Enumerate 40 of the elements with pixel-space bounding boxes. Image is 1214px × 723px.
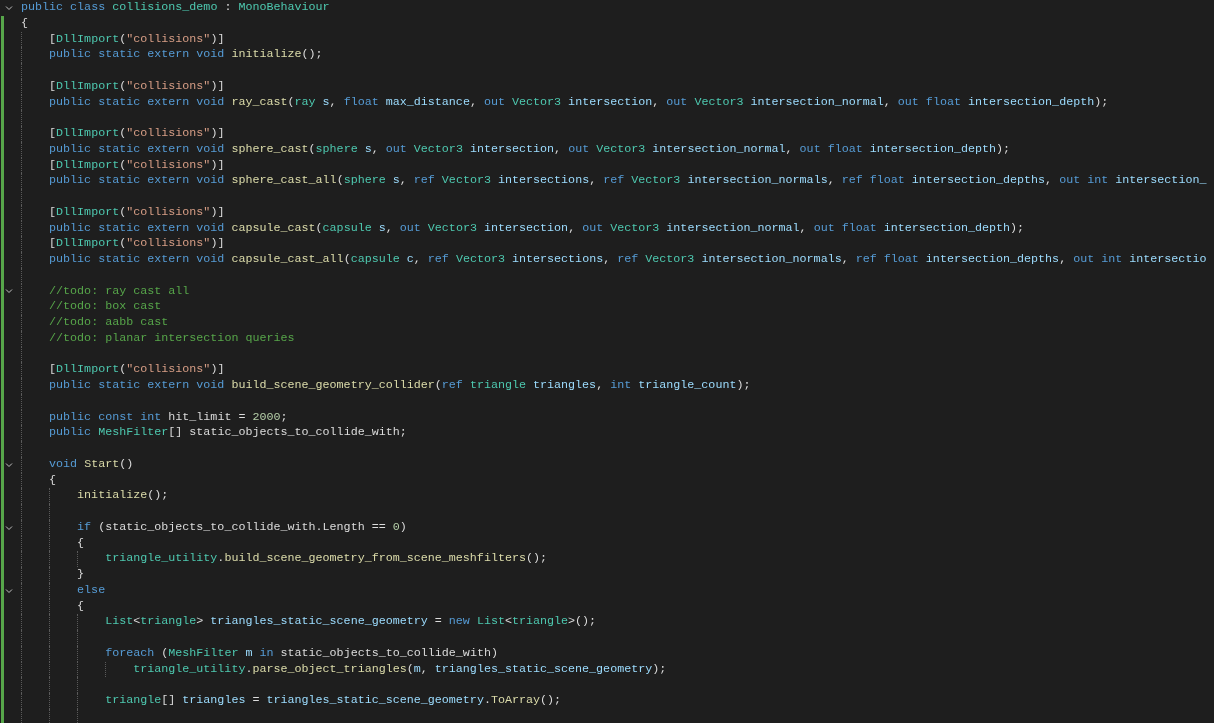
code-line: public static extern void build_scene_geometry_collider(ref triangle triangles, int triangle_count); [49,378,751,394]
code-line: else [77,582,106,599]
code-line: triangle_utility.parse_object_triangles(m, triangles_static_scene_geometry); [133,661,667,678]
fold-chevron-icon[interactable] [5,523,13,532]
code-line: [DllImport("collisions")] [49,126,225,142]
fold-chevron-icon[interactable] [5,3,13,12]
code-line: triangle[] triangles = triangles_static_scene_geometry.ToArray(); [105,693,562,709]
code-line: foreach (MeshFilter m in static_objects_to_collide_with) [105,645,498,662]
code-line: //todo: ray cast all [49,283,190,300]
code-line: { [21,15,28,32]
code-line: public static extern void capsule_cast(capsule s, out Vector3 intersection, out Vector3 intersection_normal, out float intersection_depth); [49,220,1025,237]
code-line: [DllImport("collisions")] [49,78,225,95]
code-line: initialize(); [77,488,169,504]
code-line: { [49,472,57,489]
code-line: //todo: planar intersection queries [49,330,295,347]
fold-chevron-icon[interactable] [5,460,13,469]
code-line: [DllImport("collisions")] [49,362,225,378]
code-line: public const int hit_limit = 2000; [49,409,288,426]
code-line: public MeshFilter[] static_objects_to_collide_with; [49,425,407,441]
code-line: triangle_utility.build_scene_geometry_from_scene_meshfilters(); [105,551,547,567]
code-line: [DllImport("collisions")] [49,157,225,174]
code-line: public static extern void ray_cast(ray s, float max_distance, out Vector3 intersection, out Vector3 intersection_normal, out float intersection_depth); [49,94,1109,111]
code-line: public static extern void capsule_cast_all(capsule c, ref Vector3 intersections, ref Vector3 intersection_normals, ref float intersection_depths, out int intersectio [49,252,1207,268]
code-line: public class collisions_demo : MonoBehaviour [21,0,330,16]
code-line: public static extern void sphere_cast_all(sphere s, ref Vector3 intersections, ref Vector3 intersection_normals, ref float intersection_depths, out int intersection_ [49,173,1207,189]
code-line: public static extern void sphere_cast(sphere s, out Vector3 intersection, out Vector3 intersection_normal, out float intersection_depth); [49,141,1011,158]
fold-chevron-icon[interactable] [5,586,13,595]
code-line: [DllImport("collisions")] [49,236,225,252]
code-line: } [77,567,85,583]
fold-chevron-icon[interactable] [5,287,13,296]
code-line: if (static_objects_to_collide_with.Length == 0) [77,519,407,536]
code-line: { [77,535,85,552]
code-line: //todo: box cast [49,299,162,315]
code-line: //todo: aabb cast [49,315,169,331]
code-line: { [77,598,85,615]
code-line: [DllImport("collisions")] [49,31,225,48]
code-line: void Start() [49,456,134,473]
code-line: List<triangle> triangles_static_scene_geometry = new List<triangle>(); [105,614,597,630]
code-line: public static extern void initialize(); [49,47,323,63]
code-line: [DllImport("collisions")] [49,204,225,221]
